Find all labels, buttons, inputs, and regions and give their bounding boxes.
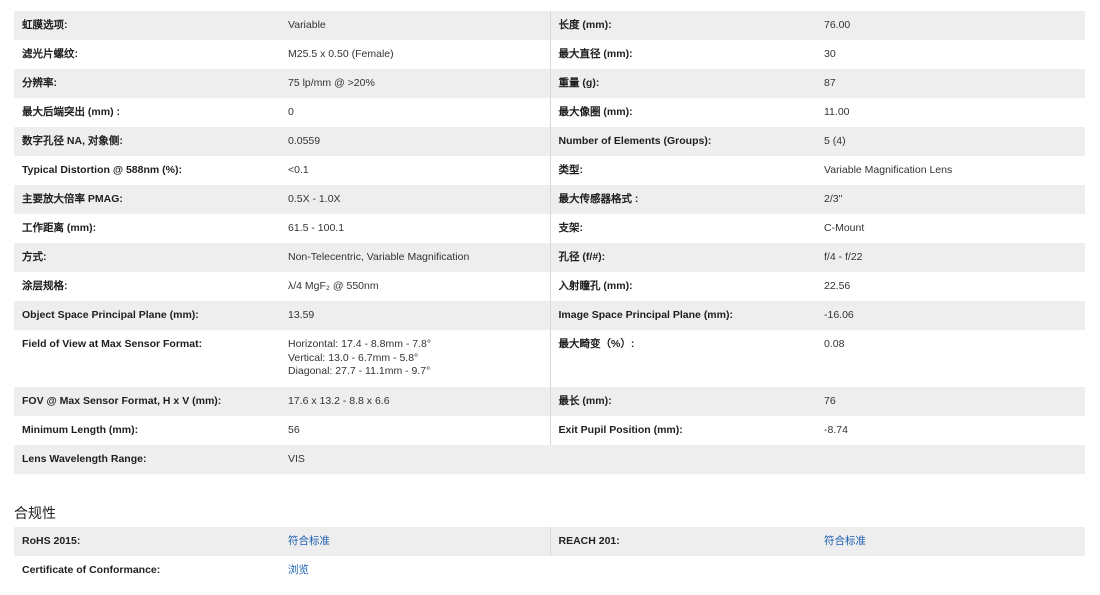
spec-label: 数字孔径 NA, 对象侧: xyxy=(14,127,280,156)
spec-value: 5 (4) xyxy=(816,127,1085,156)
spec-label: 最大畸变（%）: xyxy=(549,330,816,387)
spec-value: 61.5 - 100.1 xyxy=(280,214,550,243)
spec-label: 最长 (mm): xyxy=(549,387,816,416)
spec-label: Object Space Principal Plane (mm): xyxy=(14,301,280,330)
spec-value: 0.0559 xyxy=(280,127,550,156)
fov-diagonal: Diagonal: 27.7 - 11.1mm - 9.7° xyxy=(288,365,431,377)
spec-value: <0.1 xyxy=(280,156,550,185)
table-row: Certificate of Conformance: 浏览 xyxy=(14,556,1085,585)
specifications-table: 虹膜选项: Variable 长度 (mm): 76.00 滤光片螺纹: M25… xyxy=(14,11,1085,474)
spec-value: 2/3" xyxy=(816,185,1085,214)
spec-value: 76 xyxy=(816,387,1085,416)
spec-label: 重量 (g): xyxy=(549,69,816,98)
compliance-value-certificate: 浏览 xyxy=(280,556,550,585)
table-row: 方式: Non-Telecentric, Variable Magnificat… xyxy=(14,243,1085,272)
compliance-value-reach: 符合标准 xyxy=(816,527,1085,556)
table-row: 数字孔径 NA, 对象侧: 0.0559 Number of Elements … xyxy=(14,127,1085,156)
spec-value: 56 xyxy=(280,416,550,445)
spec-value: f/4 - f/22 xyxy=(816,243,1085,272)
spec-value: 11.00 xyxy=(816,98,1085,127)
compliance-table: RoHS 2015: 符合标准 REACH 201: 符合标准 Certific… xyxy=(14,527,1085,585)
reach-compliant-link[interactable]: 符合标准 xyxy=(824,535,866,547)
spec-value-multiline: Horizontal: 17.4 - 8.8mm - 7.8° Vertical… xyxy=(280,330,550,387)
spec-value: Variable xyxy=(280,11,550,40)
spec-value: 0.08 xyxy=(816,330,1085,387)
spec-label: 最大后端突出 (mm) : xyxy=(14,98,280,127)
spec-label: Exit Pupil Position (mm): xyxy=(549,416,816,445)
spec-label: 最大传感器格式 : xyxy=(549,185,816,214)
spec-value: 30 xyxy=(816,40,1085,69)
spec-value: 13.59 xyxy=(280,301,550,330)
spec-label: 涂层规格: xyxy=(14,272,280,301)
view-certificate-link[interactable]: 浏览 xyxy=(288,564,309,576)
spec-label: FOV @ Max Sensor Format, H x V (mm): xyxy=(14,387,280,416)
spec-label: 分辨率: xyxy=(14,69,280,98)
spec-value: -8.74 xyxy=(816,416,1085,445)
spec-value: 76.00 xyxy=(816,11,1085,40)
table-row: 滤光片螺纹: M25.5 x 0.50 (Female) 最大直径 (mm): … xyxy=(14,40,1085,69)
table-row: 最大后端突出 (mm) : 0 最大像圈 (mm): 11.00 xyxy=(14,98,1085,127)
spec-label: Field of View at Max Sensor Format: xyxy=(14,330,280,387)
spec-value: M25.5 x 0.50 (Female) xyxy=(280,40,550,69)
rohs-compliant-link[interactable]: 符合标准 xyxy=(288,535,330,547)
spec-label: 方式: xyxy=(14,243,280,272)
spec-value: 0 xyxy=(280,98,550,127)
table-row: FOV @ Max Sensor Format, H x V (mm): 17.… xyxy=(14,387,1085,416)
compliance-value-rohs: 符合标准 xyxy=(280,527,550,556)
spec-value: 87 xyxy=(816,69,1085,98)
spec-label: 主要放大倍率 PMAG: xyxy=(14,185,280,214)
table-row: 工作距离 (mm): 61.5 - 100.1 支架: C-Mount xyxy=(14,214,1085,243)
compliance-label-rohs: RoHS 2015: xyxy=(14,527,280,556)
compliance-heading: 合规性 xyxy=(14,505,56,521)
table-row: 分辨率: 75 lp/mm @ >20% 重量 (g): 87 xyxy=(14,69,1085,98)
spec-label: Minimum Length (mm): xyxy=(14,416,280,445)
compliance-label-certificate: Certificate of Conformance: xyxy=(14,556,280,585)
spec-label: 滤光片螺纹: xyxy=(14,40,280,69)
spec-label: Image Space Principal Plane (mm): xyxy=(549,301,816,330)
table-row: Object Space Principal Plane (mm): 13.59… xyxy=(14,301,1085,330)
table-row: Typical Distortion @ 588nm (%): <0.1 类型:… xyxy=(14,156,1085,185)
spec-label: 类型: xyxy=(549,156,816,185)
spec-value: Non-Telecentric, Variable Magnification xyxy=(280,243,550,272)
spec-value: 0.5X - 1.0X xyxy=(280,185,550,214)
spec-label xyxy=(550,445,816,474)
table-row: 虹膜选项: Variable 长度 (mm): 76.00 xyxy=(14,11,1085,40)
spec-label: 虹膜选项: xyxy=(14,11,280,40)
table-row: 主要放大倍率 PMAG: 0.5X - 1.0X 最大传感器格式 : 2/3" xyxy=(14,185,1085,214)
spec-value: VIS xyxy=(280,445,550,474)
table-row: RoHS 2015: 符合标准 REACH 201: 符合标准 xyxy=(14,527,1085,556)
empty-cell xyxy=(816,556,1085,585)
spec-label: 最大直径 (mm): xyxy=(549,40,816,69)
empty-cell xyxy=(550,556,816,585)
spec-value xyxy=(816,445,1085,474)
table-row: Minimum Length (mm): 56 Exit Pupil Posit… xyxy=(14,416,1085,445)
table-row: Field of View at Max Sensor Format: Hori… xyxy=(14,330,1085,387)
spec-label: 长度 (mm): xyxy=(549,11,816,40)
spec-label: 孔径 (f/#): xyxy=(549,243,816,272)
fov-horizontal: Horizontal: 17.4 - 8.8mm - 7.8° xyxy=(288,338,432,350)
spec-value: 75 lp/mm @ >20% xyxy=(280,69,550,98)
spec-page: 虹膜选项: Variable 长度 (mm): 76.00 滤光片螺纹: M25… xyxy=(0,0,1100,595)
spec-value: C-Mount xyxy=(816,214,1085,243)
fov-vertical: Vertical: 13.0 - 6.7mm - 5.8° xyxy=(288,351,419,364)
spec-label: 支架: xyxy=(549,214,816,243)
spec-label: Number of Elements (Groups): xyxy=(549,127,816,156)
spec-value: λ/4 MgF₂ @ 550nm xyxy=(280,272,550,301)
spec-value: 22.56 xyxy=(816,272,1085,301)
spec-label: 最大像圈 (mm): xyxy=(549,98,816,127)
table-row: 涂层规格: λ/4 MgF₂ @ 550nm 入射瞳孔 (mm): 22.56 xyxy=(14,272,1085,301)
table-row: Lens Wavelength Range: VIS xyxy=(14,445,1085,474)
spec-label: 工作距离 (mm): xyxy=(14,214,280,243)
spec-label: Typical Distortion @ 588nm (%): xyxy=(14,156,280,185)
spec-value: Variable Magnification Lens xyxy=(816,156,1085,185)
spec-value: -16.06 xyxy=(816,301,1085,330)
compliance-label-reach: REACH 201: xyxy=(549,527,816,556)
spec-label: Lens Wavelength Range: xyxy=(14,445,280,474)
spec-label: 入射瞳孔 (mm): xyxy=(549,272,816,301)
spec-value: 17.6 x 13.2 - 8.8 x 6.6 xyxy=(280,387,550,416)
